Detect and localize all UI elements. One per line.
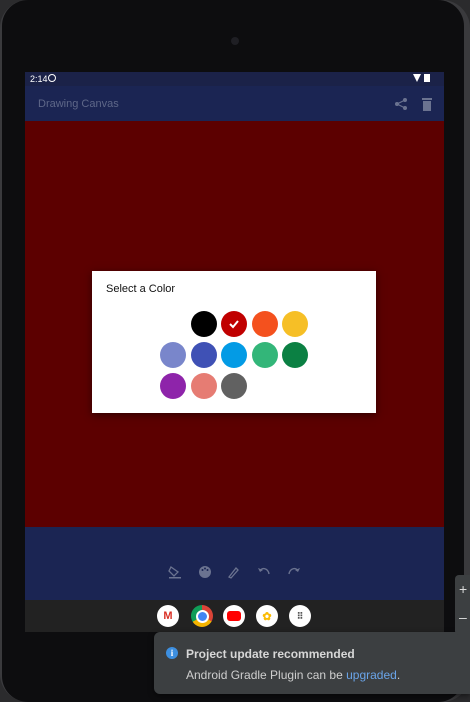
upgrade-link[interactable]: upgraded	[346, 668, 397, 682]
color-swatch[interactable]	[282, 311, 308, 337]
notification-text: Android Gradle Plugin can be	[186, 668, 347, 682]
notification-title: Project update recommended	[186, 647, 355, 661]
color-swatch[interactable]	[190, 311, 217, 337]
redo-icon[interactable]	[287, 565, 301, 579]
undo-icon[interactable]	[257, 565, 271, 579]
color-picker-dialog: Select a Color	[92, 271, 376, 413]
brush-icon[interactable]	[227, 565, 241, 579]
dialog-title: Select a Color	[106, 283, 176, 295]
do-not-disturb-icon	[48, 74, 56, 82]
wifi-icon	[413, 74, 421, 82]
app-title: Drawing Canvas	[38, 98, 119, 110]
photos-icon[interactable]: ✿	[256, 605, 278, 627]
check-icon	[229, 320, 239, 329]
chrome-icon[interactable]	[191, 605, 213, 627]
color-swatch[interactable]	[190, 373, 217, 399]
zoom-in-button[interactable]: +	[459, 581, 467, 597]
fill-icon[interactable]	[168, 565, 182, 579]
ide-notification: i Project update recommended Android Gra…	[154, 632, 470, 694]
tool-bar	[25, 527, 444, 600]
color-swatch[interactable]	[221, 311, 247, 337]
palette-icon[interactable]	[198, 565, 212, 579]
status-icons	[413, 74, 430, 82]
color-swatch[interactable]	[221, 373, 247, 399]
trash-icon[interactable]	[421, 97, 433, 111]
launcher-dock: M ✿ ⠿	[25, 600, 444, 632]
camera-icon	[231, 37, 239, 45]
color-swatch[interactable]	[160, 342, 186, 368]
app-bar: Drawing Canvas	[25, 86, 444, 121]
status-time: 2:14	[30, 74, 48, 84]
color-swatch[interactable]	[282, 342, 308, 368]
apps-grid-icon[interactable]: ⠿	[289, 605, 311, 627]
notification-body: Android Gradle Plugin can be upgraded.	[186, 668, 400, 682]
side-zoom-panel: + –	[455, 575, 470, 635]
battery-icon	[424, 74, 430, 82]
share-icon[interactable]	[394, 97, 408, 111]
status-bar: 2:14	[25, 72, 444, 86]
color-swatch[interactable]	[190, 342, 217, 368]
youtube-icon[interactable]	[223, 605, 245, 627]
zoom-out-button[interactable]: –	[459, 609, 467, 625]
info-icon: i	[166, 647, 178, 659]
color-swatch[interactable]	[251, 311, 278, 337]
color-swatch[interactable]	[251, 342, 278, 368]
notification-suffix: .	[396, 668, 401, 682]
color-swatch[interactable]	[160, 373, 186, 399]
gmail-icon[interactable]: M	[157, 605, 179, 627]
device-screen: 2:14 Drawing Canvas M ✿ ⠿ Select a Color	[25, 72, 444, 632]
color-swatch[interactable]	[221, 342, 247, 368]
